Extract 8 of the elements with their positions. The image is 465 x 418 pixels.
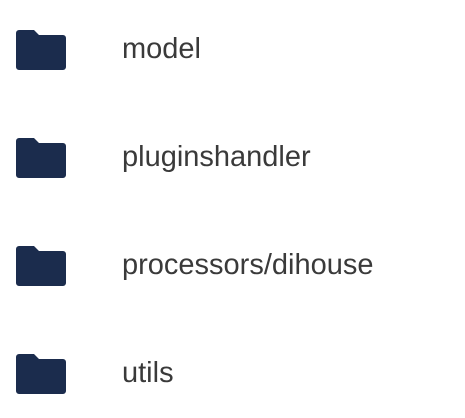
folder-name[interactable]: pluginshandler bbox=[122, 136, 311, 180]
folder-name[interactable]: processors/dihouse bbox=[122, 244, 374, 288]
folder-icon bbox=[16, 354, 66, 394]
folder-icon bbox=[16, 246, 66, 286]
folder-icon bbox=[16, 138, 66, 178]
folder-name[interactable]: utils bbox=[122, 352, 174, 396]
folder-name[interactable]: model bbox=[122, 28, 201, 72]
folder-icon bbox=[16, 30, 66, 70]
